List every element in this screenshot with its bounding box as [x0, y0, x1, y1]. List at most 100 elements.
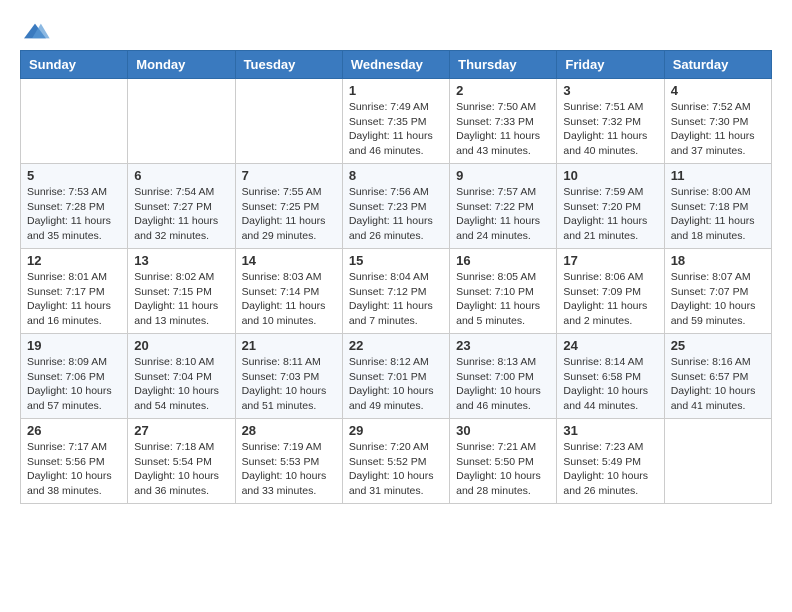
day-of-week-header: Saturday — [664, 51, 771, 79]
calendar-cell: 11 Sunrise: 8:00 AM Sunset: 7:18 PM Dayli… — [664, 164, 771, 249]
calendar-cell: 22 Sunrise: 8:12 AM Sunset: 7:01 PM Dayli… — [342, 334, 449, 419]
day-info: Sunrise: 7:59 AM Sunset: 7:20 PM Dayligh… — [563, 185, 657, 244]
day-info: Sunrise: 8:16 AM Sunset: 6:57 PM Dayligh… — [671, 355, 765, 414]
day-number: 22 — [349, 338, 443, 353]
day-info: Sunrise: 7:57 AM Sunset: 7:22 PM Dayligh… — [456, 185, 550, 244]
day-number: 24 — [563, 338, 657, 353]
calendar-cell: 7 Sunrise: 7:55 AM Sunset: 7:25 PM Daylig… — [235, 164, 342, 249]
calendar-cell: 4 Sunrise: 7:52 AM Sunset: 7:30 PM Daylig… — [664, 79, 771, 164]
calendar-week-row: 26 Sunrise: 7:17 AM Sunset: 5:56 PM Dayli… — [21, 419, 772, 504]
logo-icon — [20, 20, 50, 42]
day-info: Sunrise: 7:54 AM Sunset: 7:27 PM Dayligh… — [134, 185, 228, 244]
day-info: Sunrise: 8:13 AM Sunset: 7:00 PM Dayligh… — [456, 355, 550, 414]
calendar-cell: 24 Sunrise: 8:14 AM Sunset: 6:58 PM Dayli… — [557, 334, 664, 419]
day-info: Sunrise: 8:12 AM Sunset: 7:01 PM Dayligh… — [349, 355, 443, 414]
day-number: 8 — [349, 168, 443, 183]
calendar-cell: 2 Sunrise: 7:50 AM Sunset: 7:33 PM Daylig… — [450, 79, 557, 164]
day-number: 1 — [349, 83, 443, 98]
calendar: SundayMondayTuesdayWednesdayThursdayFrid… — [20, 50, 772, 504]
calendar-cell: 10 Sunrise: 7:59 AM Sunset: 7:20 PM Dayli… — [557, 164, 664, 249]
day-number: 23 — [456, 338, 550, 353]
day-of-week-header: Monday — [128, 51, 235, 79]
day-number: 18 — [671, 253, 765, 268]
day-info: Sunrise: 7:53 AM Sunset: 7:28 PM Dayligh… — [27, 185, 121, 244]
day-number: 26 — [27, 423, 121, 438]
day-number: 12 — [27, 253, 121, 268]
day-info: Sunrise: 8:07 AM Sunset: 7:07 PM Dayligh… — [671, 270, 765, 329]
day-info: Sunrise: 8:00 AM Sunset: 7:18 PM Dayligh… — [671, 185, 765, 244]
day-number: 7 — [242, 168, 336, 183]
calendar-cell: 13Sunrise: 8:02 AM Sunset: 7:15 PM Dayli… — [128, 249, 235, 334]
day-info: Sunrise: 7:49 AM Sunset: 7:35 PM Dayligh… — [349, 100, 443, 159]
day-info: Sunrise: 8:04 AM Sunset: 7:12 PM Dayligh… — [349, 270, 443, 329]
calendar-cell: 27Sunrise: 7:18 AM Sunset: 5:54 PM Dayli… — [128, 419, 235, 504]
day-number: 19 — [27, 338, 121, 353]
calendar-cell: 3 Sunrise: 7:51 AM Sunset: 7:32 PM Daylig… — [557, 79, 664, 164]
day-info: Sunrise: 7:17 AM Sunset: 5:56 PM Dayligh… — [27, 440, 121, 499]
calendar-cell — [21, 79, 128, 164]
calendar-cell: 1 Sunrise: 7:49 AM Sunset: 7:35 PM Daylig… — [342, 79, 449, 164]
calendar-week-row: 12 Sunrise: 8:01 AM Sunset: 7:17 PM Dayli… — [21, 249, 772, 334]
day-info: Sunrise: 7:56 AM Sunset: 7:23 PM Dayligh… — [349, 185, 443, 244]
day-info: Sunrise: 8:10 AM Sunset: 7:04 PM Dayligh… — [134, 355, 228, 414]
day-info: Sunrise: 7:19 AM Sunset: 5:53 PM Dayligh… — [242, 440, 336, 499]
day-number: 4 — [671, 83, 765, 98]
day-info: Sunrise: 7:51 AM Sunset: 7:32 PM Dayligh… — [563, 100, 657, 159]
day-info: Sunrise: 7:50 AM Sunset: 7:33 PM Dayligh… — [456, 100, 550, 159]
day-of-week-header: Sunday — [21, 51, 128, 79]
day-number: 2 — [456, 83, 550, 98]
day-info: Sunrise: 7:18 AM Sunset: 5:54 PM Dayligh… — [134, 440, 228, 499]
day-info: Sunrise: 8:14 AM Sunset: 6:58 PM Dayligh… — [563, 355, 657, 414]
day-number: 3 — [563, 83, 657, 98]
day-info: Sunrise: 7:55 AM Sunset: 7:25 PM Dayligh… — [242, 185, 336, 244]
day-number: 21 — [242, 338, 336, 353]
day-header-row: SundayMondayTuesdayWednesdayThursdayFrid… — [21, 51, 772, 79]
day-info: Sunrise: 8:09 AM Sunset: 7:06 PM Dayligh… — [27, 355, 121, 414]
day-info: Sunrise: 8:01 AM Sunset: 7:17 PM Dayligh… — [27, 270, 121, 329]
day-number: 6 — [134, 168, 228, 183]
day-of-week-header: Tuesday — [235, 51, 342, 79]
calendar-cell — [235, 79, 342, 164]
day-number: 10 — [563, 168, 657, 183]
calendar-cell: 28 Sunrise: 7:19 AM Sunset: 5:53 PM Dayli… — [235, 419, 342, 504]
day-info: Sunrise: 8:03 AM Sunset: 7:14 PM Dayligh… — [242, 270, 336, 329]
calendar-cell: 29Sunrise: 7:20 AM Sunset: 5:52 PM Dayli… — [342, 419, 449, 504]
calendar-week-row: 19 Sunrise: 8:09 AM Sunset: 7:06 PM Dayli… — [21, 334, 772, 419]
calendar-cell: 16Sunrise: 8:05 AM Sunset: 7:10 PM Dayli… — [450, 249, 557, 334]
calendar-cell: 21 Sunrise: 8:11 AM Sunset: 7:03 PM Dayli… — [235, 334, 342, 419]
day-info: Sunrise: 7:52 AM Sunset: 7:30 PM Dayligh… — [671, 100, 765, 159]
calendar-cell — [664, 419, 771, 504]
day-number: 13 — [134, 253, 228, 268]
calendar-cell: 6 Sunrise: 7:54 AM Sunset: 7:27 PM Daylig… — [128, 164, 235, 249]
calendar-cell: 20 Sunrise: 8:10 AM Sunset: 7:04 PM Dayli… — [128, 334, 235, 419]
calendar-cell: 30 Sunrise: 7:21 AM Sunset: 5:50 PM Dayli… — [450, 419, 557, 504]
calendar-cell — [128, 79, 235, 164]
calendar-cell: 18 Sunrise: 8:07 AM Sunset: 7:07 PM Dayli… — [664, 249, 771, 334]
calendar-cell: 15 Sunrise: 8:04 AM Sunset: 7:12 PM Dayli… — [342, 249, 449, 334]
day-info: Sunrise: 7:20 AM Sunset: 5:52 PM Dayligh… — [349, 440, 443, 499]
day-number: 30 — [456, 423, 550, 438]
calendar-cell: 14 Sunrise: 8:03 AM Sunset: 7:14 PM Dayli… — [235, 249, 342, 334]
calendar-cell: 8 Sunrise: 7:56 AM Sunset: 7:23 PM Daylig… — [342, 164, 449, 249]
calendar-cell: 12 Sunrise: 8:01 AM Sunset: 7:17 PM Dayli… — [21, 249, 128, 334]
day-info: Sunrise: 7:21 AM Sunset: 5:50 PM Dayligh… — [456, 440, 550, 499]
calendar-cell: 19 Sunrise: 8:09 AM Sunset: 7:06 PM Dayli… — [21, 334, 128, 419]
day-info: Sunrise: 8:05 AM Sunset: 7:10 PM Dayligh… — [456, 270, 550, 329]
day-info: Sunrise: 8:11 AM Sunset: 7:03 PM Dayligh… — [242, 355, 336, 414]
calendar-cell: 31Sunrise: 7:23 AM Sunset: 5:49 PM Dayli… — [557, 419, 664, 504]
calendar-cell: 25 Sunrise: 8:16 AM Sunset: 6:57 PM Dayli… — [664, 334, 771, 419]
day-of-week-header: Friday — [557, 51, 664, 79]
day-number: 11 — [671, 168, 765, 183]
calendar-cell: 17Sunrise: 8:06 AM Sunset: 7:09 PM Dayli… — [557, 249, 664, 334]
calendar-cell: 26 Sunrise: 7:17 AM Sunset: 5:56 PM Dayli… — [21, 419, 128, 504]
day-number: 20 — [134, 338, 228, 353]
calendar-cell: 23 Sunrise: 8:13 AM Sunset: 7:00 PM Dayli… — [450, 334, 557, 419]
calendar-cell: 9Sunrise: 7:57 AM Sunset: 7:22 PM Daylig… — [450, 164, 557, 249]
day-number: 17 — [563, 253, 657, 268]
day-number: 15 — [349, 253, 443, 268]
day-number: 25 — [671, 338, 765, 353]
day-number: 28 — [242, 423, 336, 438]
calendar-cell: 5Sunrise: 7:53 AM Sunset: 7:28 PM Daylig… — [21, 164, 128, 249]
header — [20, 20, 772, 42]
day-number: 14 — [242, 253, 336, 268]
